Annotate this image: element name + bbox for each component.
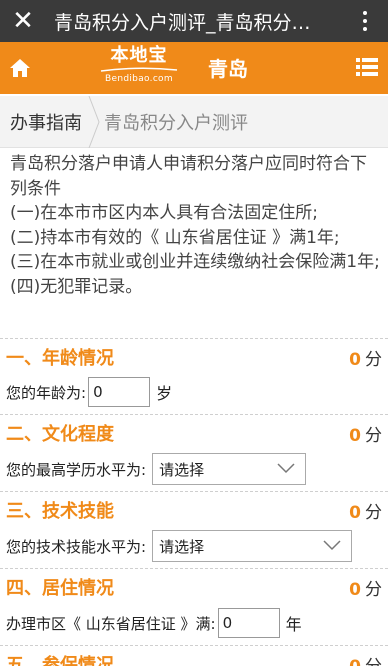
list-menu-icon[interactable] (356, 56, 378, 78)
intro-line: (三)在本市就业或创业并连续缴纳社会保险满1年; (10, 252, 380, 272)
breadcrumb-home-link[interactable]: 办事指南 (0, 109, 88, 135)
age-label: 您的年龄为: (6, 383, 87, 402)
site-logo[interactable]: 本地宝 Bendibao.com (97, 45, 181, 89)
intro-line: 青岛积分落户申请人申请积分落户应同时符合下列条件 (10, 154, 367, 199)
skills-select[interactable]: 请选择 (152, 530, 353, 562)
section-score: 0分 (349, 652, 382, 666)
intro-line: (一)在本市市区内本人具有合法固定住所; (10, 203, 318, 223)
close-icon[interactable]: ✕ (0, 0, 46, 42)
browser-top-bar: ✕ 青岛积分入户测评_青岛积分… (0, 0, 388, 42)
chevron-down-icon (277, 463, 295, 474)
site-header: 本地宝 Bendibao.com 青岛 (0, 42, 388, 94)
select-value: 请选择 (159, 460, 205, 479)
residence-years-input[interactable] (217, 608, 280, 638)
breadcrumb-current: 青岛积分入户测评 (104, 112, 248, 134)
more-menu-icon[interactable] (342, 0, 388, 42)
age-input[interactable] (88, 377, 151, 407)
logo-subtext: Bendibao.com (105, 74, 173, 84)
section-score: 0分 (349, 426, 382, 446)
skills-label: 您的技术技能水平为: (6, 537, 147, 556)
skills-row: 您的技术技能水平为: 请选择 (0, 526, 388, 566)
education-select[interactable]: 请选择 (152, 453, 307, 485)
age-row: 您的年龄为: 岁 (0, 372, 388, 412)
section-title: 四、居住情况 (6, 578, 114, 599)
intro-line: (四)无犯罪记录。 (10, 276, 143, 297)
section-residence-header: 四、居住情况 0分 (0, 568, 388, 604)
residence-label: 办理市区《 山东省居住证 》满: (6, 614, 216, 633)
home-icon[interactable] (0, 42, 40, 94)
education-label: 您的最高学历水平为: (6, 460, 147, 479)
section-title: 一、年龄情况 (6, 348, 114, 369)
logo-text: 本地宝 (110, 45, 168, 66)
section-score: 0分 (349, 350, 382, 370)
section-title: 二、文化程度 (6, 424, 114, 445)
page-title: 青岛积分入户测评_青岛积分… (54, 11, 311, 34)
residence-row: 办理市区《 山东省居住证 》满: 年 (0, 603, 388, 643)
eligibility-intro: 青岛积分落户申请人申请积分落户应同时符合下列条件 (一)在本市市区内本人具有合法… (10, 152, 380, 299)
age-unit: 岁 (156, 384, 173, 403)
education-row: 您的最高学历水平为: 请选择 (0, 449, 388, 489)
chevron-down-icon (323, 540, 341, 551)
residence-unit: 年 (285, 615, 302, 634)
select-value: 请选择 (159, 537, 205, 556)
breadcrumb-separator-icon (88, 95, 100, 148)
section-score: 0分 (349, 580, 382, 600)
section-age-header: 一、年龄情况 0分 (0, 338, 388, 374)
section-title: 三、技术技能 (6, 501, 114, 522)
section-education-header: 二、文化程度 0分 (0, 414, 388, 450)
section-title: 五、参保情况 (6, 655, 114, 666)
breadcrumb: 办事指南 青岛积分入户测评 (0, 95, 388, 148)
section-score: 0分 (349, 503, 382, 523)
city-selector[interactable]: 青岛 (208, 53, 248, 82)
intro-line: (二)持本市有效的《 山东省居住证 》满1年; (10, 227, 340, 248)
section-insurance-header: 五、参保情况 0分 (0, 645, 388, 666)
section-skills-header: 三、技术技能 0分 (0, 491, 388, 527)
